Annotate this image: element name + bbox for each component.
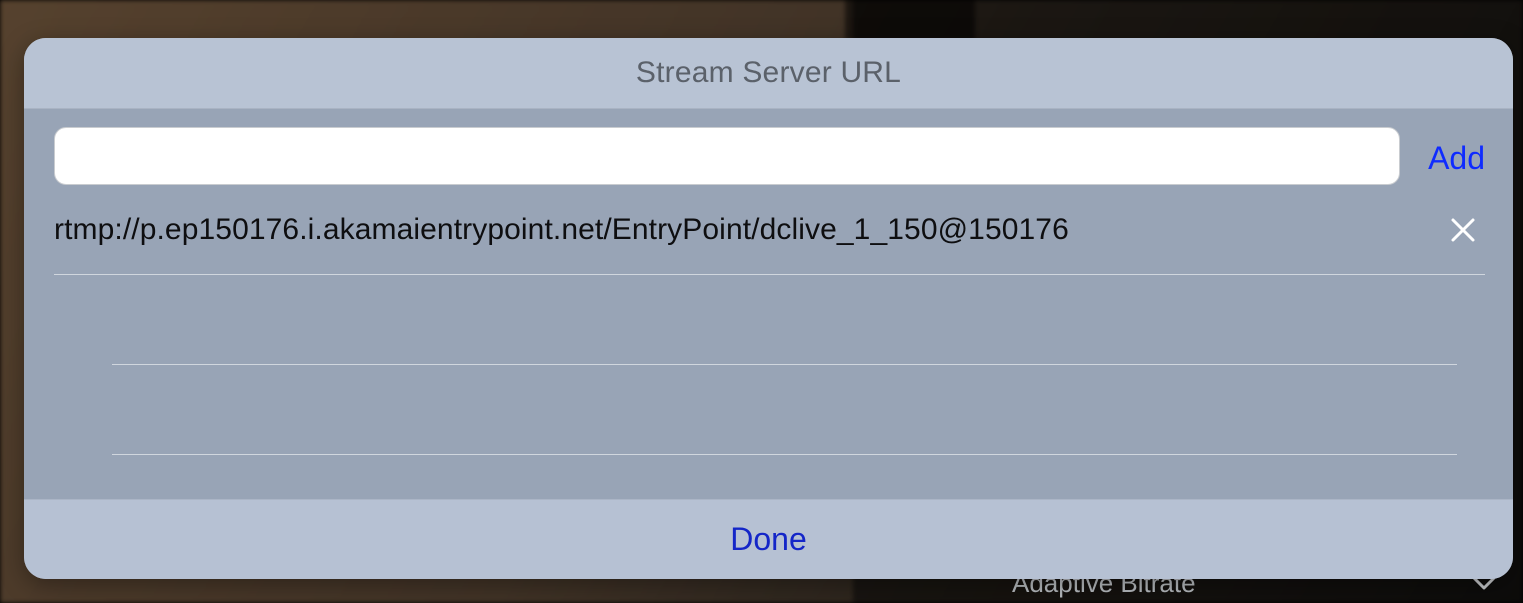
list-item [112,275,1457,365]
close-icon [1449,216,1477,244]
list-item [112,365,1457,455]
done-button[interactable]: Done [730,521,807,558]
url-text: rtmp://p.ep150176.i.akamaientrypoint.net… [54,213,1069,247]
add-button[interactable]: Add [1428,136,1485,177]
dialog-header: Stream Server URL [24,38,1513,109]
stream-url-input[interactable] [54,127,1400,185]
remove-button[interactable] [1441,208,1485,252]
list-item: rtmp://p.ep150176.i.akamaientrypoint.net… [54,185,1485,275]
dialog-footer: Done [24,499,1513,579]
dialog-body: Add rtmp://p.ep150176.i.akamaientrypoint… [24,109,1513,499]
stream-url-dialog: Stream Server URL Add rtmp://p.ep150176.… [24,38,1513,579]
url-list: rtmp://p.ep150176.i.akamaientrypoint.net… [112,185,1457,455]
url-input-row: Add [54,127,1485,185]
dialog-title: Stream Server URL [636,56,901,90]
